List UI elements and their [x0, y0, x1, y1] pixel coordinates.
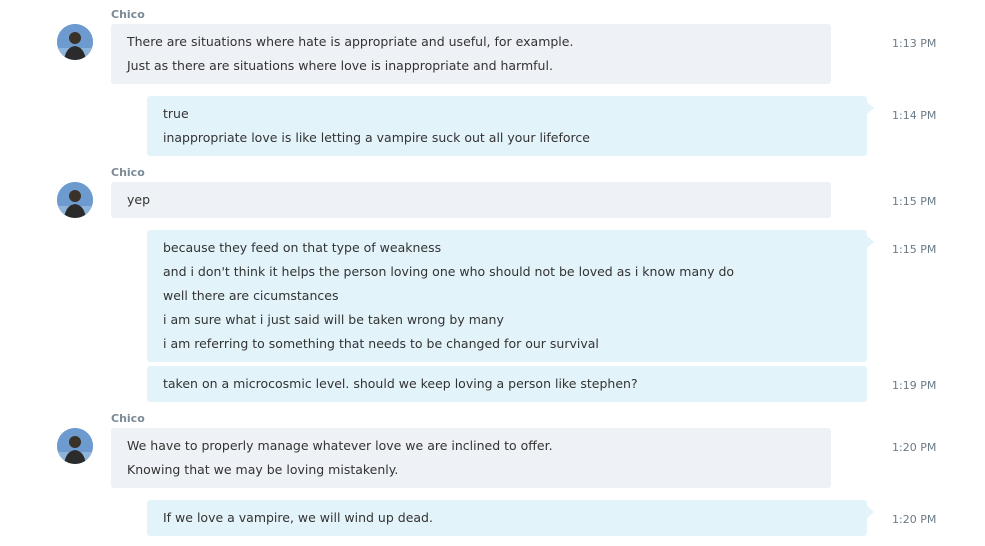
- timestamp: 1:15 PM: [892, 195, 937, 208]
- message-line: taken on a microcosmic level. should we …: [163, 376, 638, 391]
- message-bubble: taken on a microcosmic level. should we …: [147, 366, 867, 402]
- avatar[interactable]: [57, 24, 93, 60]
- sender-name: Chico: [111, 8, 145, 21]
- avatar[interactable]: [57, 182, 93, 218]
- timestamp: 1:20 PM: [892, 441, 937, 454]
- message-bubble: yep: [111, 182, 831, 218]
- message-line: i am sure what i just said will be taken…: [163, 312, 504, 327]
- message-line: and i don't think it helps the person lo…: [163, 264, 735, 279]
- timestamp: 1:19 PM: [892, 379, 937, 392]
- timestamp: 1:20 PM: [892, 513, 937, 526]
- message-line: i am referring to something that needs t…: [163, 336, 599, 351]
- message-bubble: We have to properly manage whatever love…: [111, 428, 831, 488]
- message-line: true: [163, 106, 189, 121]
- timestamp: 1:15 PM: [892, 243, 937, 256]
- message-bubble: true inappropriate love is like letting …: [147, 96, 874, 156]
- message-line: because they feed on that type of weakne…: [163, 240, 442, 255]
- sender-name: Chico: [111, 166, 145, 179]
- message-line: Just as there are situations where love …: [127, 58, 553, 73]
- message-line: If we love a vampire, we will wind up de…: [163, 510, 433, 525]
- message-line: yep: [127, 192, 151, 207]
- timestamp: 1:13 PM: [892, 37, 937, 50]
- message-bubble: There are situations where hate is appro…: [111, 24, 831, 84]
- avatar[interactable]: [57, 428, 93, 464]
- message-line: Knowing that we may be loving mistakenly…: [127, 462, 399, 477]
- sender-name: Chico: [111, 412, 145, 425]
- message-line: There are situations where hate is appro…: [127, 34, 574, 49]
- message-line: well there are cicumstances: [163, 288, 339, 303]
- message-bubble: If we love a vampire, we will wind up de…: [147, 500, 874, 536]
- message-line: inappropriate love is like letting a vam…: [163, 130, 590, 145]
- timestamp: 1:14 PM: [892, 109, 937, 122]
- message-line: We have to properly manage whatever love…: [127, 438, 553, 453]
- message-bubble: because they feed on that type of weakne…: [147, 230, 874, 362]
